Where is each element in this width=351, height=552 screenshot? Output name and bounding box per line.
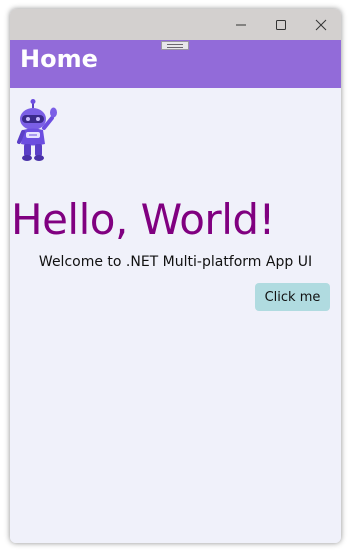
main-content: Hello, World! Welcome to .NET Multi-plat… [10,88,341,543]
app-window: Home Hello, World! Welcome to .NET Multi… [10,9,341,543]
maximize-icon [276,19,286,30]
minimize-icon [236,24,246,25]
minimize-button[interactable] [221,9,261,40]
page-title: Home [20,45,98,73]
close-icon [315,19,327,30]
maximize-button[interactable] [261,9,301,40]
drag-handle-icon[interactable] [161,41,189,50]
window-titlebar[interactable] [10,9,341,40]
click-me-button[interactable]: Click me [255,283,330,311]
hello-heading: Hello, World! [11,195,275,244]
navigation-bar: Home [10,40,341,88]
welcome-subtitle: Welcome to .NET Multi-platform App UI [38,254,313,270]
close-button[interactable] [301,9,341,40]
dotnet-bot-icon [17,99,57,161]
